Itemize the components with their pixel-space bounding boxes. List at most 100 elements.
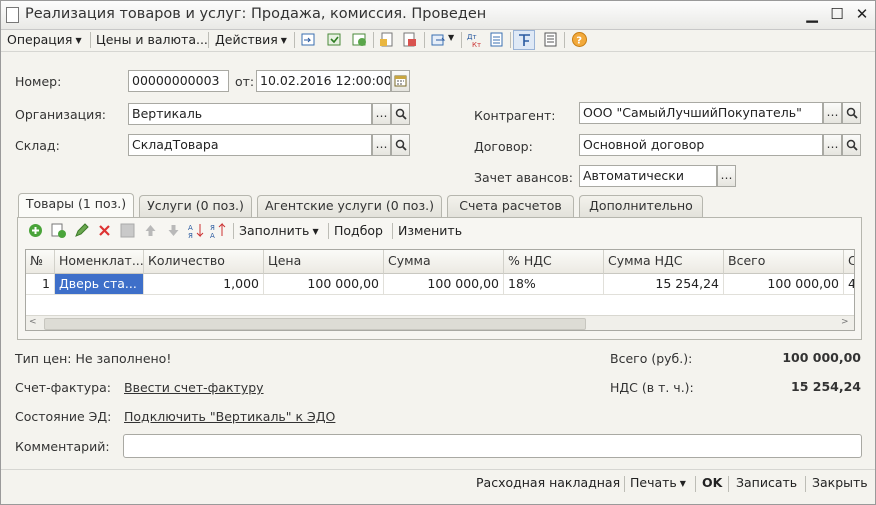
warehouse-field[interactable]: СкладТовара [128,134,372,156]
table-header-cell[interactable]: Сумма НДС [604,250,724,274]
table-header-cell[interactable]: Цена [264,250,384,274]
print-menu[interactable]: Печать ▼ [630,475,686,490]
scroll-right-icon[interactable]: > [841,317,849,327]
save-disabled-icon[interactable] [119,222,136,239]
comment-field[interactable] [123,434,862,458]
price-cell[interactable]: 100 000,00 [264,274,384,295]
title-bar: Реализация товаров и услуг: Продажа, ком… [1,1,875,30]
contract-select-button[interactable]: … [823,134,842,156]
close-form-button[interactable]: Закрыть [812,475,868,490]
contract-open-button[interactable] [842,134,861,156]
move-up-icon[interactable] [142,222,159,239]
copy-document-icon[interactable] [401,31,418,48]
table-header-cell[interactable]: Всего [724,250,844,274]
post-and-close-icon[interactable] [300,31,317,48]
sort-descending-icon[interactable]: ЯA [210,222,227,239]
contractor-field[interactable]: ООО "СамыйЛучшийПокупатель" [579,102,823,124]
structure-toggle-button[interactable] [513,30,535,50]
table-header-cell[interactable]: С [844,250,854,274]
quantity-cell[interactable]: 1,000 [144,274,264,295]
sum-cell[interactable]: 100 000,00 [384,274,504,295]
maximize-button[interactable]: ☐ [827,4,847,24]
table-header-cell[interactable]: Номенклат... [55,250,144,274]
create-invoice-link[interactable]: Ввести счет-фактуру [124,380,264,395]
row-number-cell[interactable]: 1 [26,274,55,295]
copy-row-icon[interactable] [50,222,67,239]
help-icon[interactable]: ? [571,31,588,48]
toolbar-separator [392,223,393,239]
select-button[interactable]: Подбор [334,223,383,238]
sort-ascending-icon[interactable]: AЯ [188,222,205,239]
tab-services[interactable]: Услуги (0 поз.) [139,195,252,217]
toolbar-separator [373,32,374,48]
delete-row-icon[interactable] [96,222,113,239]
save-button[interactable]: Записать [736,475,797,490]
go-to-icon[interactable] [430,31,447,48]
add-row-icon[interactable] [27,222,44,239]
number-field[interactable]: 00000000003 [128,70,229,92]
prices-currency-button[interactable]: Цены и валюта... [96,32,208,47]
scroll-left-icon[interactable]: < [29,317,37,327]
dropdown-arrow-icon: ▼ [280,36,287,45]
horizontal-scrollbar[interactable]: < > [26,315,854,330]
vat-sum-cell[interactable]: 15 254,24 [604,274,724,295]
warehouse-select-button[interactable]: … [372,134,391,156]
list-settings-icon[interactable] [542,31,559,48]
operation-menu[interactable]: Операция ▼ [7,32,82,47]
date-field[interactable]: 10.02.2016 12:00:00 [256,70,391,92]
close-button[interactable]: ✕ [852,4,872,24]
fill-menu[interactable]: Заполнить ▼ [239,223,319,238]
bottom-bar: Расходная накладная Печать ▼ OK Записать … [1,469,875,498]
contractor-select-button[interactable]: … [823,102,842,124]
move-down-icon[interactable] [165,222,182,239]
svg-text:Я: Я [210,224,215,232]
comment-label: Комментарий: [15,439,110,454]
contractor-open-button[interactable] [842,102,861,124]
toolbar-separator [233,223,234,239]
table-header-cell[interactable]: № [26,250,55,274]
based-on-icon[interactable] [379,31,396,48]
organization-label: Организация: [15,107,106,122]
table-header-cell[interactable]: Количество [144,250,264,274]
item-cell[interactable]: Дверь ста... [55,274,144,295]
calendar-button[interactable] [391,70,410,92]
change-button[interactable]: Изменить [398,223,462,238]
organization-field[interactable]: Вертикаль [128,103,372,125]
tab-settlement-accounts[interactable]: Счета расчетов [447,195,574,217]
report-icon[interactable] [488,31,505,48]
svg-text:?: ? [576,36,582,47]
table-header-cell[interactable]: Сумма [384,250,504,274]
contract-label: Договор: [474,139,533,154]
tab-additional[interactable]: Дополнительно [579,195,703,217]
actions-menu[interactable]: Действия ▼ [215,32,287,47]
organization-open-button[interactable] [391,103,410,125]
svg-text:Кт: Кт [472,41,481,48]
edit-row-icon[interactable] [73,222,90,239]
debit-credit-icon[interactable]: ДтКт [466,31,483,48]
unpost-icon[interactable] [351,31,368,48]
dropdown-arrow-icon: ▼ [312,227,319,236]
minimize-button[interactable]: ▁ [802,4,822,24]
post-icon[interactable] [326,31,343,48]
warehouse-open-button[interactable] [391,134,410,156]
go-to-dropdown-icon[interactable]: ▼ [448,33,454,42]
extra-cell[interactable]: 4 [844,274,854,295]
vat-rate-cell[interactable]: 18% [504,274,604,295]
ok-button[interactable]: OK [702,475,722,490]
waybill-button[interactable]: Расходная накладная [476,475,620,490]
vat-value: 15 254,24 [791,379,861,394]
advance-offset-select-button[interactable]: … [717,165,736,187]
connect-edo-link[interactable]: Подключить "Вертикаль" к ЭДО [124,409,335,424]
total-cell[interactable]: 100 000,00 [724,274,844,295]
tab-agent-services[interactable]: Агентские услуги (0 поз.) [257,195,442,217]
toolbar-separator [461,32,462,48]
tab-goods[interactable]: Товары (1 поз.) [18,193,134,218]
contract-field[interactable]: Основной договор [579,134,823,156]
svg-text:A: A [210,232,215,239]
fill-label: Заполнить [239,223,310,238]
date-label: от: [235,74,255,89]
organization-select-button[interactable]: … [372,103,391,125]
advance-offset-field[interactable]: Автоматически [579,165,717,187]
scrollbar-thumb[interactable] [44,318,586,330]
table-header-cell[interactable]: % НДС [504,250,604,274]
